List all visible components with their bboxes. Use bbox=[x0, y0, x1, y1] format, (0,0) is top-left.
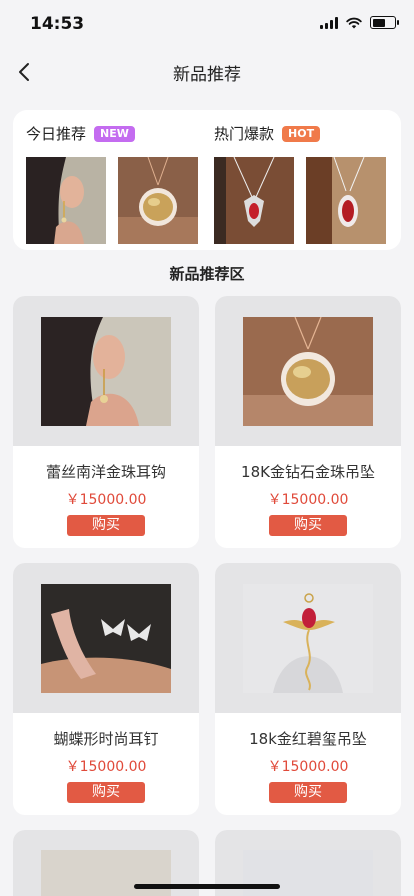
product-card[interactable]: 18K金钻石金珠吊坠 ￥15000.00 购买 bbox=[215, 296, 401, 548]
status-time: 14:53 bbox=[30, 14, 85, 34]
product-card[interactable]: 蕾丝南洋金珠耳钩 ￥15000.00 购买 bbox=[13, 296, 199, 548]
product-price: ￥15000.00 bbox=[267, 492, 349, 508]
new-badge: NEW bbox=[94, 125, 135, 142]
product-name: 蕾丝南洋金珠耳钩 bbox=[45, 463, 166, 481]
product-price: ￥15000.00 bbox=[65, 759, 147, 775]
product-image bbox=[243, 317, 373, 426]
product-name: 18K金钻石金珠吊坠 bbox=[241, 463, 375, 481]
recommend-card: 今日推荐 NEW 热门爆款 HOT bbox=[13, 110, 401, 250]
product-image bbox=[41, 317, 171, 426]
buy-button[interactable]: 购买 bbox=[269, 515, 347, 536]
product-image bbox=[41, 584, 171, 693]
product-card[interactable]: 18k金红碧玺吊坠 ￥15000.00 购买 bbox=[215, 563, 401, 815]
home-indicator bbox=[134, 884, 280, 889]
today-thumb-pendant[interactable] bbox=[118, 157, 198, 244]
product-price: ￥15000.00 bbox=[65, 492, 147, 508]
today-section-header[interactable]: 今日推荐 NEW bbox=[26, 123, 135, 144]
product-image bbox=[243, 584, 373, 693]
status-bar: 14:53 bbox=[0, 0, 414, 48]
product-name: 蝴蝶形时尚耳钉 bbox=[53, 730, 159, 748]
buy-button[interactable]: 购买 bbox=[67, 782, 145, 803]
today-thumb-earring[interactable] bbox=[26, 157, 106, 244]
product-price: ￥15000.00 bbox=[267, 759, 349, 775]
hot-label: 热门爆款 bbox=[214, 125, 275, 143]
product-name: 18k金红碧玺吊坠 bbox=[249, 730, 367, 748]
navigation-bar: 新品推荐 bbox=[0, 50, 414, 94]
product-card[interactable]: 蝴蝶形时尚耳钉 ￥15000.00 购买 bbox=[13, 563, 199, 815]
product-image bbox=[243, 850, 373, 896]
hot-section-header[interactable]: 热门爆款 HOT bbox=[214, 123, 321, 144]
product-image-area bbox=[215, 563, 401, 713]
product-image-area bbox=[13, 563, 199, 713]
hot-badge: HOT bbox=[282, 125, 321, 142]
page-title: 新品推荐 bbox=[173, 65, 241, 85]
hot-thumb-oval-pendant[interactable] bbox=[306, 157, 386, 244]
today-label: 今日推荐 bbox=[26, 125, 87, 143]
buy-button[interactable]: 购买 bbox=[269, 782, 347, 803]
product-image-area bbox=[13, 296, 199, 446]
hot-thumb-red-pendant[interactable] bbox=[214, 157, 294, 244]
buy-button[interactable]: 购买 bbox=[67, 515, 145, 536]
product-image bbox=[41, 850, 171, 896]
new-zone-title: 新品推荐区 bbox=[169, 265, 245, 283]
product-image-area bbox=[215, 296, 401, 446]
battery-icon bbox=[370, 16, 399, 29]
wifi-icon bbox=[346, 17, 362, 28]
signal-icon bbox=[320, 16, 338, 29]
status-icons bbox=[320, 16, 399, 29]
